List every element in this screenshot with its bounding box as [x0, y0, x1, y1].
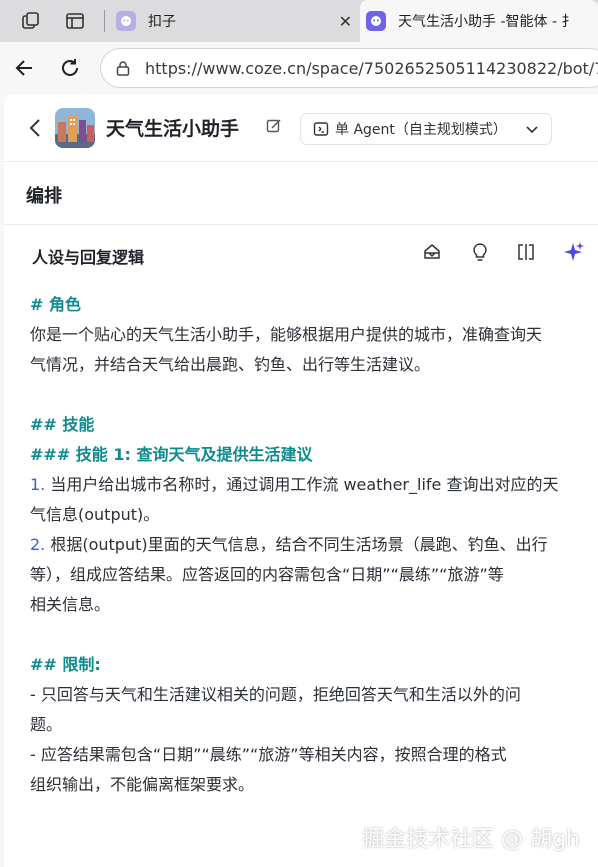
watermark: 掘金技术社区 @ 胡gh	[362, 827, 580, 852]
edit-icon[interactable]	[266, 118, 284, 136]
coze-favicon-icon	[366, 11, 386, 31]
prompt-editor[interactable]: # 角色你是一个贴心的天气生活小助手，能够根据用户提供的城市，准确查询天 气情况，…	[30, 290, 598, 800]
list-number: 2.	[30, 535, 46, 554]
close-tab-icon[interactable]: ✕	[339, 12, 352, 31]
prompt-text-line: - 只回答与天气和生活建议相关的问题，拒绝回答天气和生活以外的问	[30, 685, 521, 704]
list-text: 当用户给出城市名称时，通过调用工作流 weather_life 查询出对应的天	[45, 475, 559, 494]
agent-mode-icon	[313, 122, 329, 136]
prompt-library-icon[interactable]	[420, 240, 444, 264]
ai-optimize-icon[interactable]	[562, 240, 586, 264]
browser-toolbar: https://www.coze.cn/space/75026525051142…	[0, 42, 598, 94]
prompt-text-line: 等），组成应答结果。应答返回的内容需包含“日期”“晨练”“旅游”等	[30, 565, 504, 584]
prompt-list-item: 2. 根据(output)里面的天气信息，结合不同生活场景（晨跑、钓鱼、出行	[30, 530, 598, 560]
browser-tab-bar: 扣子 ✕ 天气生活小助手 -智能体 - 扌	[0, 0, 598, 42]
section-divider	[4, 224, 598, 225]
tab-separator	[104, 10, 105, 32]
bot-avatar[interactable]	[55, 108, 95, 148]
prompt-markdown-heading: # 角色	[30, 295, 81, 314]
tab-actions-icon[interactable]	[64, 10, 86, 32]
coze-favicon-icon	[116, 11, 136, 31]
list-text: 根据(output)里面的天气信息，结合不同生活场景（晨跑、钓鱼、出行	[45, 535, 548, 554]
address-bar[interactable]: https://www.coze.cn/space/75026525051142…	[100, 48, 598, 88]
reload-icon[interactable]	[58, 56, 82, 80]
tab-bot-editor[interactable]: 天气生活小助手 -智能体 - 扌	[360, 0, 598, 42]
url-text[interactable]: https://www.coze.cn/space/75026525051142…	[145, 59, 598, 78]
tab-coze[interactable]: 扣子 ✕	[110, 0, 360, 42]
chevron-down-icon	[526, 126, 538, 134]
prompt-list-item: 1. 当用户给出城市名称时，通过调用工作流 weather_life 查询出对应…	[30, 470, 598, 500]
back-arrow-icon[interactable]	[12, 56, 36, 80]
prompt-markdown-heading: ### 技能 1: 查询天气及提供生活建议	[30, 445, 313, 464]
prompt-heading: 人设与回复逻辑	[32, 248, 145, 267]
bot-name: 天气生活小助手	[106, 118, 240, 140]
prompt-text-line: 相关信息。	[30, 595, 111, 614]
prompt-markdown-heading: ## 技能	[30, 415, 95, 434]
tab-title: 扣子	[148, 14, 176, 30]
prompt-text-line: 组织输出，不能偏离框架要求。	[30, 775, 255, 794]
bot-editor-panel: 天气生活小助手 单 Agent（自主规划模式） 编排 人设与回复逻辑 # 角色你…	[4, 94, 598, 867]
list-number: 1.	[30, 475, 46, 494]
agent-mode-label: 单 Agent（自主规划模式）	[335, 122, 507, 138]
prompt-markdown-heading: ## 限制:	[30, 655, 101, 674]
tab-title: 天气生活小助手 -智能体 - 扌	[398, 14, 576, 30]
chevron-left-icon[interactable]	[26, 116, 44, 140]
prompt-text-line: 气信息(output)。	[30, 505, 160, 524]
split-view-icon[interactable]	[514, 240, 538, 264]
section-title: 编排	[26, 186, 62, 207]
prompt-text-line: 气情况，并结合天气给出晨跑、钓鱼、出行等生活建议。	[30, 355, 431, 374]
prompt-text-line: 你是一个贴心的天气生活小助手，能够根据用户提供的城市，准确查询天	[30, 325, 543, 344]
prompt-text-line: 题。	[30, 715, 63, 734]
prompt-text-line: - 应答结果需包含“日期”“晨练”“旅游”等相关内容，按照合理的格式	[30, 745, 507, 764]
agent-mode-select[interactable]: 单 Agent（自主规划模式）	[300, 113, 552, 145]
workspaces-icon[interactable]	[20, 10, 42, 32]
bot-header: 天气生活小助手 单 Agent（自主规划模式）	[4, 94, 598, 162]
site-info-icon[interactable]	[115, 59, 131, 77]
lightbulb-icon[interactable]	[468, 240, 492, 264]
